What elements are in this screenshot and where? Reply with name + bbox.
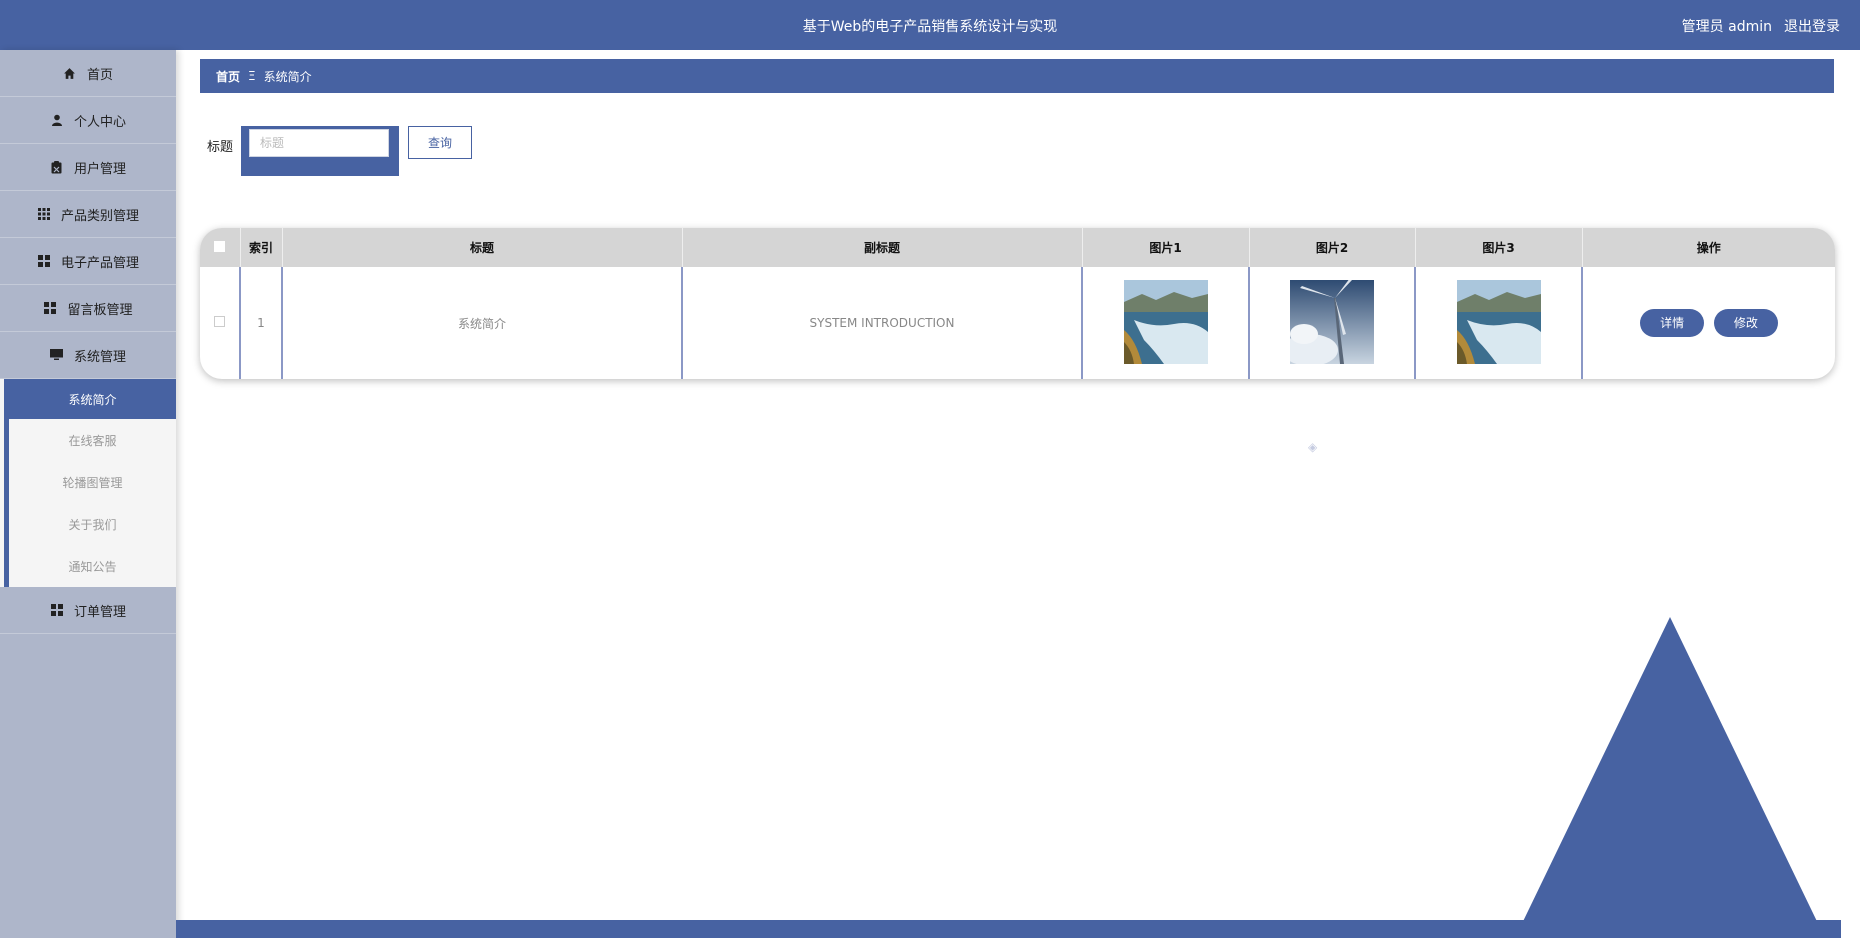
index-cell: 1 [240, 267, 283, 379]
header-checkbox-cell [200, 228, 241, 267]
home-icon [63, 66, 77, 80]
footer-bar [176, 920, 1841, 938]
query-button[interactable]: 查询 [408, 126, 473, 159]
image3-cell [1415, 267, 1583, 379]
sidebar-item-label: 系统管理 [73, 349, 126, 365]
loading-indicator-icon: ◈ [1308, 440, 1318, 454]
user-label[interactable]: 管理员 admin [1682, 16, 1772, 36]
column-header: 图片1 [1082, 228, 1250, 267]
search-input[interactable] [249, 129, 390, 157]
monitor-icon [50, 348, 64, 362]
sidebar-item-home[interactable]: 首页 [0, 50, 176, 97]
clipboard-icon [50, 160, 64, 174]
grid-icon [50, 603, 64, 617]
sidebar-subitem-carousel[interactable]: 轮播图管理 [4, 461, 176, 503]
title-cell: 系统简介 [282, 267, 683, 379]
top-header: 基于Web的电子产品销售系统设计与实现 管理员 admin 退出登录 [0, 0, 1860, 50]
subtitle-cell: SYSTEM INTRODUCTION [682, 267, 1083, 379]
sidebar-subitem-about[interactable]: 关于我们 [4, 503, 176, 545]
sidebar-item-label: 产品类别管理 [60, 208, 139, 224]
column-header: 索引 [240, 228, 283, 267]
detail-button[interactable]: 详情 [1640, 309, 1705, 337]
coast-image[interactable] [1123, 279, 1208, 364]
grid-icon [37, 207, 51, 221]
sidebar-item-label: 首页 [86, 67, 113, 83]
breadcrumb: 首页 Ξ 系统简介 [200, 59, 1834, 93]
actions-cell: 详情 修改 [1582, 267, 1835, 379]
sidebar-item-messages[interactable]: 留言板管理 [0, 285, 176, 332]
sidebar-item-label: 个人中心 [73, 114, 126, 130]
sidebar-subitem-intro[interactable]: 系统简介 [4, 379, 176, 419]
system-submenu: 系统简介 在线客服 轮播图管理 关于我们 通知公告 [0, 379, 176, 587]
search-label: 标题 [207, 140, 234, 155]
column-header: 标题 [282, 228, 683, 267]
sidebar-item-profile[interactable]: 个人中心 [0, 97, 176, 144]
grid-icon [37, 254, 51, 268]
row-checkbox-cell [200, 267, 241, 379]
coast-image[interactable] [1456, 279, 1541, 364]
row-checkbox[interactable] [214, 316, 225, 327]
sidebar: 首页 个人中心 用户管理 产品类别管理 电子产品管理 留言板管理 系统管理 系统… [0, 50, 176, 938]
grid-icon [43, 301, 57, 315]
column-header: 副标题 [682, 228, 1083, 267]
column-header: 图片2 [1249, 228, 1416, 267]
table-header-row: 索引 标题 副标题 图片1 图片2 图片3 操作 [200, 228, 1835, 267]
user-area: 管理员 admin 退出登录 [1682, 16, 1840, 36]
column-header: 操作 [1582, 228, 1835, 267]
decorative-triangle [1515, 617, 1825, 938]
sidebar-item-products[interactable]: 电子产品管理 [0, 238, 176, 285]
app-title: 基于Web的电子产品销售系统设计与实现 [802, 19, 1058, 35]
sidebar-item-label: 订单管理 [73, 604, 126, 620]
sidebar-item-system[interactable]: 系统管理 [0, 332, 176, 379]
sidebar-item-users[interactable]: 用户管理 [0, 144, 176, 191]
wind-turbine-image[interactable] [1290, 279, 1374, 364]
user-icon [50, 113, 64, 127]
search-bar: 标题 查询 [207, 126, 473, 176]
breadcrumb-home[interactable]: 首页 [216, 68, 240, 85]
search-input-wrapper [241, 126, 400, 176]
logout-link[interactable]: 退出登录 [1784, 16, 1840, 36]
breadcrumb-separator: Ξ [248, 69, 256, 83]
sidebar-item-product-category[interactable]: 产品类别管理 [0, 191, 176, 238]
sidebar-item-label: 用户管理 [73, 161, 126, 177]
sidebar-item-label: 电子产品管理 [60, 255, 139, 271]
sidebar-item-orders[interactable]: 订单管理 [0, 587, 176, 634]
data-table: 索引 标题 副标题 图片1 图片2 图片3 操作 1 系统简介 SYSTEM I… [200, 228, 1835, 379]
column-header: 图片3 [1415, 228, 1583, 267]
image1-cell [1082, 267, 1250, 379]
image2-cell [1249, 267, 1416, 379]
sidebar-subitem-service[interactable]: 在线客服 [4, 419, 176, 461]
table-row: 1 系统简介 SYSTEM INTRODUCTION 详情 修改 [200, 267, 1835, 379]
edit-button[interactable]: 修改 [1713, 309, 1778, 337]
select-all-checkbox[interactable] [214, 240, 226, 252]
sidebar-subitem-notice[interactable]: 通知公告 [4, 545, 176, 587]
sidebar-item-label: 留言板管理 [67, 302, 133, 318]
breadcrumb-current: 系统简介 [263, 69, 312, 84]
